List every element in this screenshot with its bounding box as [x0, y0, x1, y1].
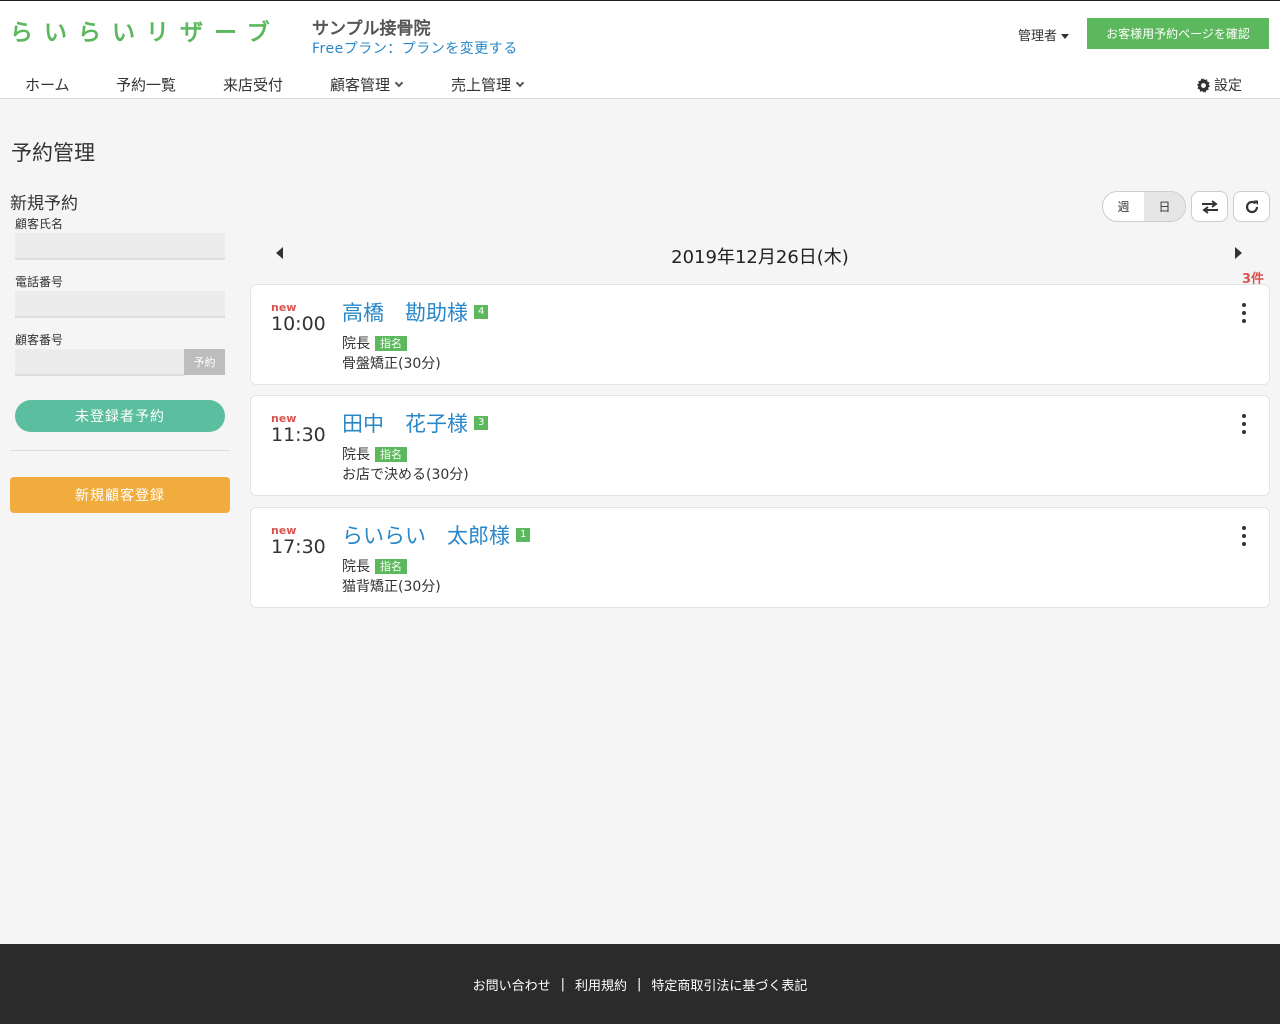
staff-name: 院長 — [342, 447, 370, 463]
footer-contact-link[interactable]: お問い合わせ — [473, 975, 551, 994]
visit-count-badge: 1 — [516, 528, 531, 542]
phone-label: 電話番号 — [15, 275, 64, 289]
sidebar-divider — [10, 450, 230, 451]
customer-number-input[interactable] — [15, 349, 185, 376]
kebab-menu-icon[interactable] — [1239, 303, 1249, 323]
caret-down-icon — [1061, 34, 1070, 39]
chevron-down-icon — [394, 78, 404, 88]
reserve-by-number-button[interactable]: 予約 — [184, 349, 225, 375]
gear-icon — [1196, 77, 1211, 93]
menu-name: お店で決める(30分) — [342, 467, 469, 483]
customer-name: らいらい 太郎様 — [342, 524, 510, 548]
schedule-date: 2019年12月26日(木) — [671, 247, 849, 268]
nav-item-reception[interactable]: 来店受付 — [223, 74, 283, 95]
appointment-time: 10:00 — [271, 313, 326, 335]
customer-number-label: 顧客番号 — [15, 333, 64, 347]
nomination-tag: 指名 — [375, 558, 407, 574]
view-day-button[interactable]: 日 — [1144, 192, 1185, 221]
admin-menu[interactable]: 管理者 — [1018, 25, 1070, 44]
swap-arrows-icon — [1201, 199, 1218, 214]
customer-name-label: 顧客氏名 — [15, 217, 64, 231]
nav-item-customers[interactable]: 顧客管理 — [330, 74, 404, 95]
swap-button[interactable] — [1191, 191, 1228, 222]
app-header: らいらいリザーブ サンプル接骨院 Freeプラン：プランを変更する 管理者 お客… — [0, 0, 1280, 99]
footer-separator: | — [560, 976, 565, 992]
nomination-tag: 指名 — [375, 446, 407, 462]
footer-commerce-law-link[interactable]: 特定商取引法に基づく表記 — [651, 975, 807, 994]
phone-input[interactable] — [15, 291, 225, 318]
page-title: 予約管理 — [11, 141, 95, 165]
refresh-icon — [1245, 200, 1258, 213]
triangle-left-icon[interactable] — [276, 247, 283, 259]
chevron-down-icon — [515, 78, 525, 88]
footer: お問い合わせ | 利用規約 | 特定商取引法に基づく表記 — [0, 944, 1280, 1024]
new-reservation-title: 新規予約 — [10, 194, 78, 214]
appointment-time: 11:30 — [271, 424, 326, 446]
settings-label: 設定 — [1214, 78, 1242, 94]
footer-terms-link[interactable]: 利用規約 — [575, 975, 627, 994]
triangle-right-icon[interactable] — [1235, 247, 1242, 259]
admin-menu-label: 管理者 — [1018, 29, 1058, 44]
appointment-time: 17:30 — [271, 536, 326, 558]
customer-name-link[interactable]: 田中 花子様 3 — [342, 408, 489, 438]
nav-item-customers-label: 顧客管理 — [330, 76, 391, 94]
nav-item-reservations[interactable]: 予約一覧 — [116, 74, 176, 95]
view-week-button[interactable]: 週 — [1103, 192, 1144, 221]
customer-name-link[interactable]: 高橋 勘助様 4 — [342, 297, 489, 327]
nav-item-sales[interactable]: 売上管理 — [451, 74, 525, 95]
customer-name-link[interactable]: らいらい 太郎様 1 — [342, 520, 531, 550]
customer-page-button[interactable]: お客様用予約ページを確認 — [1087, 18, 1269, 49]
new-customer-button[interactable]: 新規顧客登録 — [10, 477, 230, 513]
visit-count-badge: 3 — [474, 416, 489, 430]
staff-name: 院長 — [342, 559, 370, 575]
nomination-tag: 指名 — [375, 335, 407, 351]
plan-change-link[interactable]: Freeプラン：プランを変更する — [312, 38, 518, 58]
appointment-card[interactable]: new 10:00 高橋 勘助様 4 院長 指名 骨盤矯正(30分) — [250, 284, 1270, 385]
unregistered-reservation-button[interactable]: 未登録者予約 — [15, 400, 225, 432]
appointment-card[interactable]: new 11:30 田中 花子様 3 院長 指名 お店で決める(30分) — [250, 395, 1270, 496]
settings-link[interactable]: 設定 — [1196, 75, 1242, 95]
nav-item-home[interactable]: ホーム — [25, 74, 70, 95]
shop-name: サンプル接骨院 — [312, 19, 431, 39]
main-nav: ホーム 予約一覧 来店受付 顧客管理 売上管理 — [0, 74, 1280, 98]
view-toggle: 週 日 — [1102, 191, 1186, 222]
appointment-card[interactable]: new 17:30 らいらい 太郎様 1 院長 指名 猫背矯正(30分) — [250, 507, 1270, 608]
nav-item-sales-label: 売上管理 — [451, 76, 512, 94]
staff-line: 院長 指名 — [342, 444, 407, 464]
staff-line: 院長 指名 — [342, 333, 407, 353]
staff-name: 院長 — [342, 336, 370, 352]
kebab-menu-icon[interactable] — [1239, 414, 1249, 434]
visit-count-badge: 4 — [474, 305, 489, 319]
customer-name: 高橋 勘助様 — [342, 301, 468, 325]
customer-name: 田中 花子様 — [342, 412, 468, 436]
menu-name: 骨盤矯正(30分) — [342, 356, 441, 372]
staff-line: 院長 指名 — [342, 556, 407, 576]
footer-separator: | — [637, 976, 642, 992]
customer-name-input[interactable] — [15, 233, 225, 260]
kebab-menu-icon[interactable] — [1239, 526, 1249, 546]
refresh-button[interactable] — [1233, 191, 1270, 222]
menu-name: 猫背矯正(30分) — [342, 579, 441, 595]
app-logo[interactable]: らいらいリザーブ — [10, 13, 281, 47]
